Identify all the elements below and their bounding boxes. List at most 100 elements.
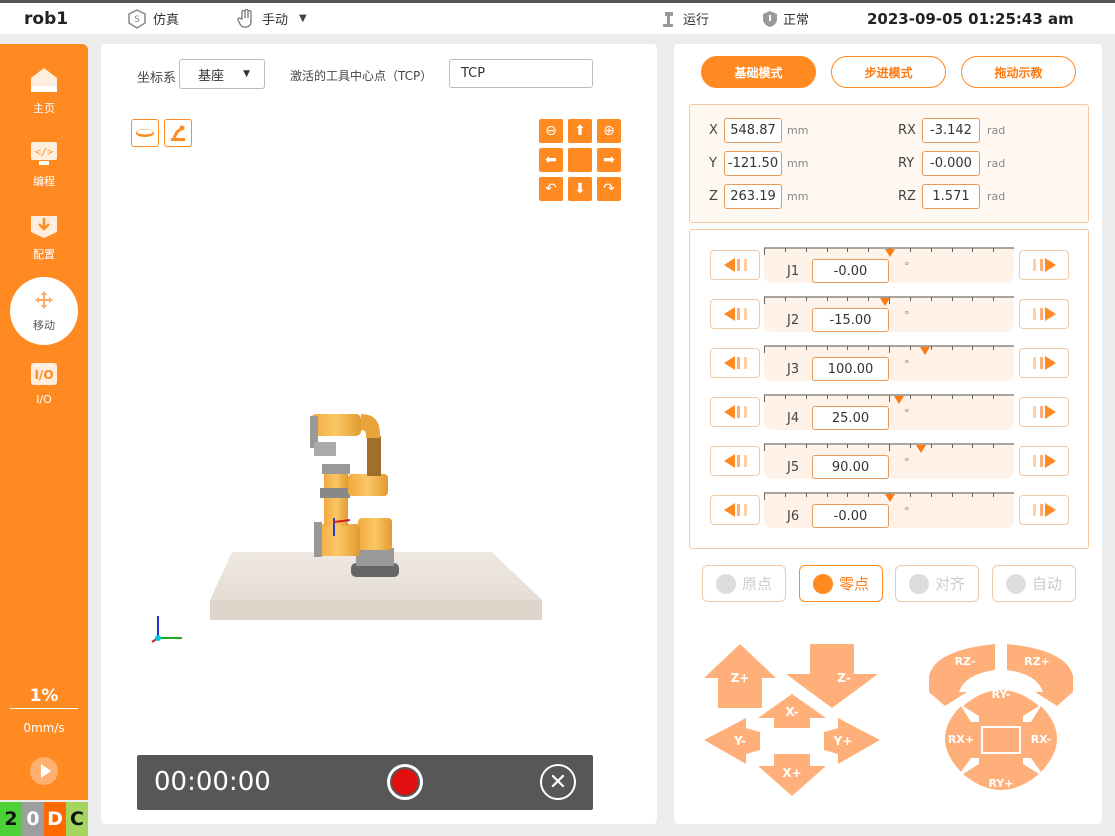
jog-ry-plus-button[interactable]: RY+ bbox=[963, 754, 1039, 790]
joint-name: J2 bbox=[787, 313, 800, 328]
rotate-left-button[interactable]: ↶ bbox=[539, 177, 563, 201]
joint-unit: ° bbox=[904, 456, 910, 469]
joint-unit: ° bbox=[904, 358, 910, 371]
robot-arm bbox=[310, 414, 399, 577]
sidebar-item-io[interactable]: I/O I/O bbox=[0, 348, 88, 418]
auto-button[interactable]: 自动 bbox=[992, 565, 1076, 602]
status-badge: 0 bbox=[22, 802, 44, 836]
joint-increase-button[interactable] bbox=[1019, 348, 1069, 378]
pose-ry-input[interactable]: -0.000 bbox=[922, 151, 980, 176]
pose-z-input[interactable]: 263.19 bbox=[724, 184, 782, 209]
sim-toggle[interactable]: S 仿真 bbox=[126, 3, 179, 34]
joint-value-input[interactable]: -0.00 bbox=[812, 504, 889, 528]
view-right-button[interactable]: ➡ bbox=[597, 148, 621, 172]
tab-drag-teach[interactable]: 拖动示教 bbox=[961, 56, 1076, 88]
play-button[interactable] bbox=[30, 757, 58, 785]
joint-value-input[interactable]: 90.00 bbox=[812, 455, 889, 479]
joint-increase-button[interactable] bbox=[1019, 397, 1069, 427]
io-icon: I/O bbox=[31, 362, 57, 385]
joint-decrease-button[interactable] bbox=[710, 250, 760, 280]
status-badge: C bbox=[66, 802, 88, 836]
robot-arm-icon bbox=[171, 125, 185, 141]
jog-y-minus-button[interactable]: Y- bbox=[704, 718, 760, 764]
pose-axis-label: X bbox=[709, 123, 718, 138]
joint-decrease-button[interactable] bbox=[710, 495, 760, 525]
jog-z-plus-button[interactable]: Z+ bbox=[704, 644, 776, 708]
jog-z-minus-button[interactable]: Z- bbox=[786, 644, 878, 708]
joint-pointer[interactable] bbox=[894, 396, 904, 404]
joint-value-input[interactable]: -15.00 bbox=[812, 308, 889, 332]
joint-increase-button[interactable] bbox=[1019, 446, 1069, 476]
jog-label: RX- bbox=[1031, 733, 1052, 746]
zoom-in-button[interactable]: ⊕ bbox=[597, 119, 621, 143]
joint-pointer[interactable] bbox=[916, 445, 926, 453]
state-label: 正常 bbox=[783, 13, 810, 28]
joint-name: J1 bbox=[787, 264, 800, 279]
pose-axis-label: RZ bbox=[898, 189, 916, 204]
view-left-button[interactable]: ⬅ bbox=[539, 148, 563, 172]
jog-y-plus-button[interactable]: Y+ bbox=[824, 718, 880, 764]
sidebar-item-move[interactable]: 移动 bbox=[10, 277, 78, 345]
sidebar-item-program[interactable]: </> 编程 bbox=[0, 129, 88, 199]
view-down-button[interactable]: ⬇ bbox=[568, 177, 592, 201]
axis-gizmo bbox=[151, 616, 182, 643]
manual-dropdown[interactable]: 手动 ▼ bbox=[235, 3, 307, 34]
joint-value-input[interactable]: -0.00 bbox=[812, 259, 889, 283]
joint-decrease-button[interactable] bbox=[710, 299, 760, 329]
view-reset-button[interactable] bbox=[568, 148, 592, 172]
joint-pointer[interactable] bbox=[880, 298, 890, 306]
jog-ry-minus-button[interactable]: RY- bbox=[963, 688, 1039, 726]
robot-view-button[interactable] bbox=[164, 119, 192, 147]
joint-increase-button[interactable] bbox=[1019, 250, 1069, 280]
jog-x-plus-button[interactable]: X+ bbox=[758, 754, 826, 796]
sidebar-item-config[interactable]: 配置 bbox=[0, 202, 88, 272]
view-up-button[interactable]: ⬆ bbox=[568, 119, 592, 143]
jog-rx-plus-button[interactable]: RX+ bbox=[945, 706, 981, 772]
zero-position-button[interactable]: 零点 bbox=[799, 565, 883, 602]
arrow-right-icon bbox=[1044, 356, 1056, 370]
joint-increase-button[interactable] bbox=[1019, 495, 1069, 525]
tcp-input[interactable]: TCP bbox=[449, 59, 593, 88]
rotate-right-button[interactable]: ↷ bbox=[597, 177, 621, 201]
joint-decrease-button[interactable] bbox=[710, 397, 760, 427]
speed-value: 0mm/s bbox=[23, 721, 65, 735]
pose-rx-input[interactable]: -3.142 bbox=[922, 118, 980, 143]
zero-icon bbox=[812, 573, 833, 594]
tab-basic-mode[interactable]: 基础模式 bbox=[701, 56, 816, 88]
speed-bars-icon bbox=[1032, 308, 1043, 320]
status-indicators: 2 0 D C bbox=[0, 802, 88, 836]
jog-x-minus-button[interactable]: X- bbox=[758, 694, 826, 728]
close-button[interactable]: ✕ bbox=[540, 764, 576, 800]
plate-icon bbox=[136, 129, 154, 137]
record-button[interactable] bbox=[387, 764, 423, 800]
joint-pointer[interactable] bbox=[885, 494, 895, 502]
pose-axis-label: Z bbox=[709, 189, 718, 204]
joint-value-input[interactable]: 25.00 bbox=[812, 406, 889, 430]
home-position-button[interactable]: 原点 bbox=[702, 565, 786, 602]
joint-value-input[interactable]: 100.00 bbox=[812, 357, 889, 381]
zoom-out-button[interactable]: ⊖ bbox=[539, 119, 563, 143]
pose-y-input[interactable]: -121.50 bbox=[724, 151, 782, 176]
joint-increase-button[interactable] bbox=[1019, 299, 1069, 329]
auto-icon bbox=[1005, 573, 1026, 594]
arrow-right-icon bbox=[1044, 503, 1056, 517]
joint-name: J6 bbox=[787, 509, 800, 524]
floor-toggle-button[interactable] bbox=[131, 119, 159, 147]
jog-rx-minus-button[interactable]: RX- bbox=[1021, 706, 1057, 772]
joint-decrease-button[interactable] bbox=[710, 446, 760, 476]
joint-pointer[interactable] bbox=[885, 249, 895, 257]
joint-unit: ° bbox=[904, 260, 910, 273]
joint-pointer[interactable] bbox=[920, 347, 930, 355]
joint-scale bbox=[764, 345, 1014, 353]
pose-x-input[interactable]: 548.87 bbox=[724, 118, 782, 143]
sidebar-item-home[interactable]: 主页 bbox=[0, 56, 88, 126]
align-button[interactable]: 对齐 bbox=[895, 565, 979, 602]
arrow-right-icon bbox=[1044, 258, 1056, 272]
pose-axis-label: RY bbox=[898, 156, 915, 171]
jog-label: RY+ bbox=[988, 777, 1013, 790]
joint-decrease-button[interactable] bbox=[710, 348, 760, 378]
pose-rz-input[interactable]: 1.571 bbox=[922, 184, 980, 209]
tab-step-mode[interactable]: 步进模式 bbox=[831, 56, 946, 88]
robot-3d-scene[interactable] bbox=[140, 400, 560, 650]
coord-select[interactable]: 基座 ▼ bbox=[179, 59, 265, 89]
